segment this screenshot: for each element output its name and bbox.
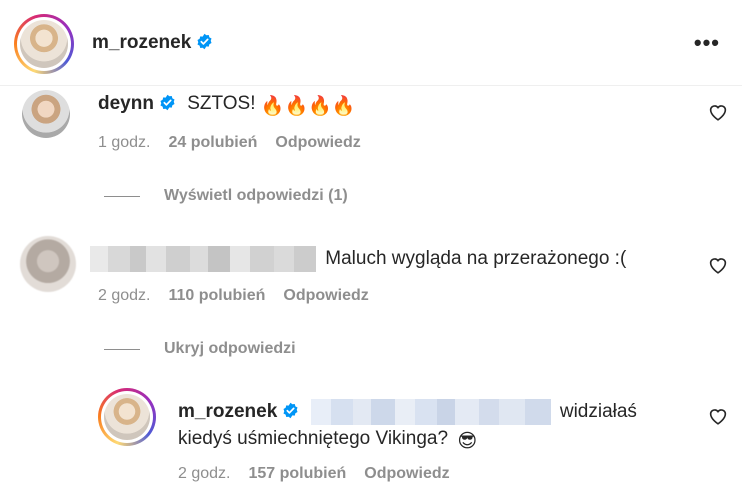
- comment-meta: 2 godz. 110 polubień Odpowiedz: [98, 287, 387, 305]
- comment-likes[interactable]: 24 polubień: [168, 134, 257, 151]
- fire-emoji-icon: 🔥🔥🔥🔥: [260, 96, 356, 117]
- post-author-username[interactable]: m_rozenek: [92, 32, 213, 54]
- blurred-username: [90, 246, 316, 272]
- comment-likes[interactable]: 110 polubień: [168, 287, 265, 304]
- reply-button[interactable]: Odpowiedz: [364, 465, 449, 482]
- comment-username[interactable]: deynn: [98, 93, 154, 114]
- comment-meta: 1 godz. 24 polubień Odpowiedz: [98, 134, 379, 152]
- sunglasses-emoji-icon: 😎: [457, 431, 478, 452]
- comment-text: Maluch wygląda na przerażonego :(: [90, 246, 626, 272]
- thread-divider: [104, 349, 140, 350]
- verified-badge-icon: [283, 402, 298, 419]
- reply-body-line2: kiedyś uśmiechniętego Vikinga?: [178, 428, 449, 449]
- more-options-button[interactable]: •••: [694, 30, 720, 56]
- reply-body-line1: widziałaś: [559, 401, 637, 423]
- reply-text-line2: kiedyś uśmiechniętego Vikinga? 😎: [178, 428, 477, 453]
- comment-time: 2 godz.: [98, 287, 151, 304]
- verified-badge-icon: [197, 33, 212, 50]
- view-replies-button[interactable]: Wyświetl odpowiedzi (1): [164, 187, 348, 205]
- blurred-mention: [310, 399, 551, 425]
- comment-text: deynn SZTOS! 🔥🔥🔥🔥: [98, 93, 355, 118]
- comment-body: Maluch wygląda na przerażonego :(: [325, 248, 627, 270]
- post-header: m_rozenek •••: [0, 0, 742, 86]
- reply-author-avatar[interactable]: [98, 388, 156, 446]
- reply-button[interactable]: Odpowiedz: [275, 134, 360, 151]
- comment-body: SZTOS!: [187, 93, 256, 114]
- reply-time: 2 godz.: [178, 465, 231, 482]
- like-heart-icon[interactable]: [708, 407, 728, 425]
- like-heart-icon[interactable]: [708, 103, 728, 121]
- verified-badge-icon: [160, 94, 175, 111]
- reply-meta: 2 godz. 157 polubień Odpowiedz: [178, 465, 468, 483]
- reply-button[interactable]: Odpowiedz: [283, 287, 368, 304]
- reply-text: m_rozenek widziałaś: [178, 399, 637, 425]
- like-heart-icon[interactable]: [708, 256, 728, 274]
- commenter-avatar[interactable]: [20, 236, 76, 292]
- reply-username[interactable]: m_rozenek: [178, 401, 277, 422]
- profile-avatar[interactable]: [14, 14, 74, 74]
- thread-divider: [104, 196, 140, 197]
- hide-replies-button[interactable]: Ukryj odpowiedzi: [164, 340, 296, 358]
- commenter-avatar[interactable]: [22, 90, 70, 138]
- comment-time: 1 godz.: [98, 134, 151, 151]
- reply-likes[interactable]: 157 polubień: [248, 465, 346, 482]
